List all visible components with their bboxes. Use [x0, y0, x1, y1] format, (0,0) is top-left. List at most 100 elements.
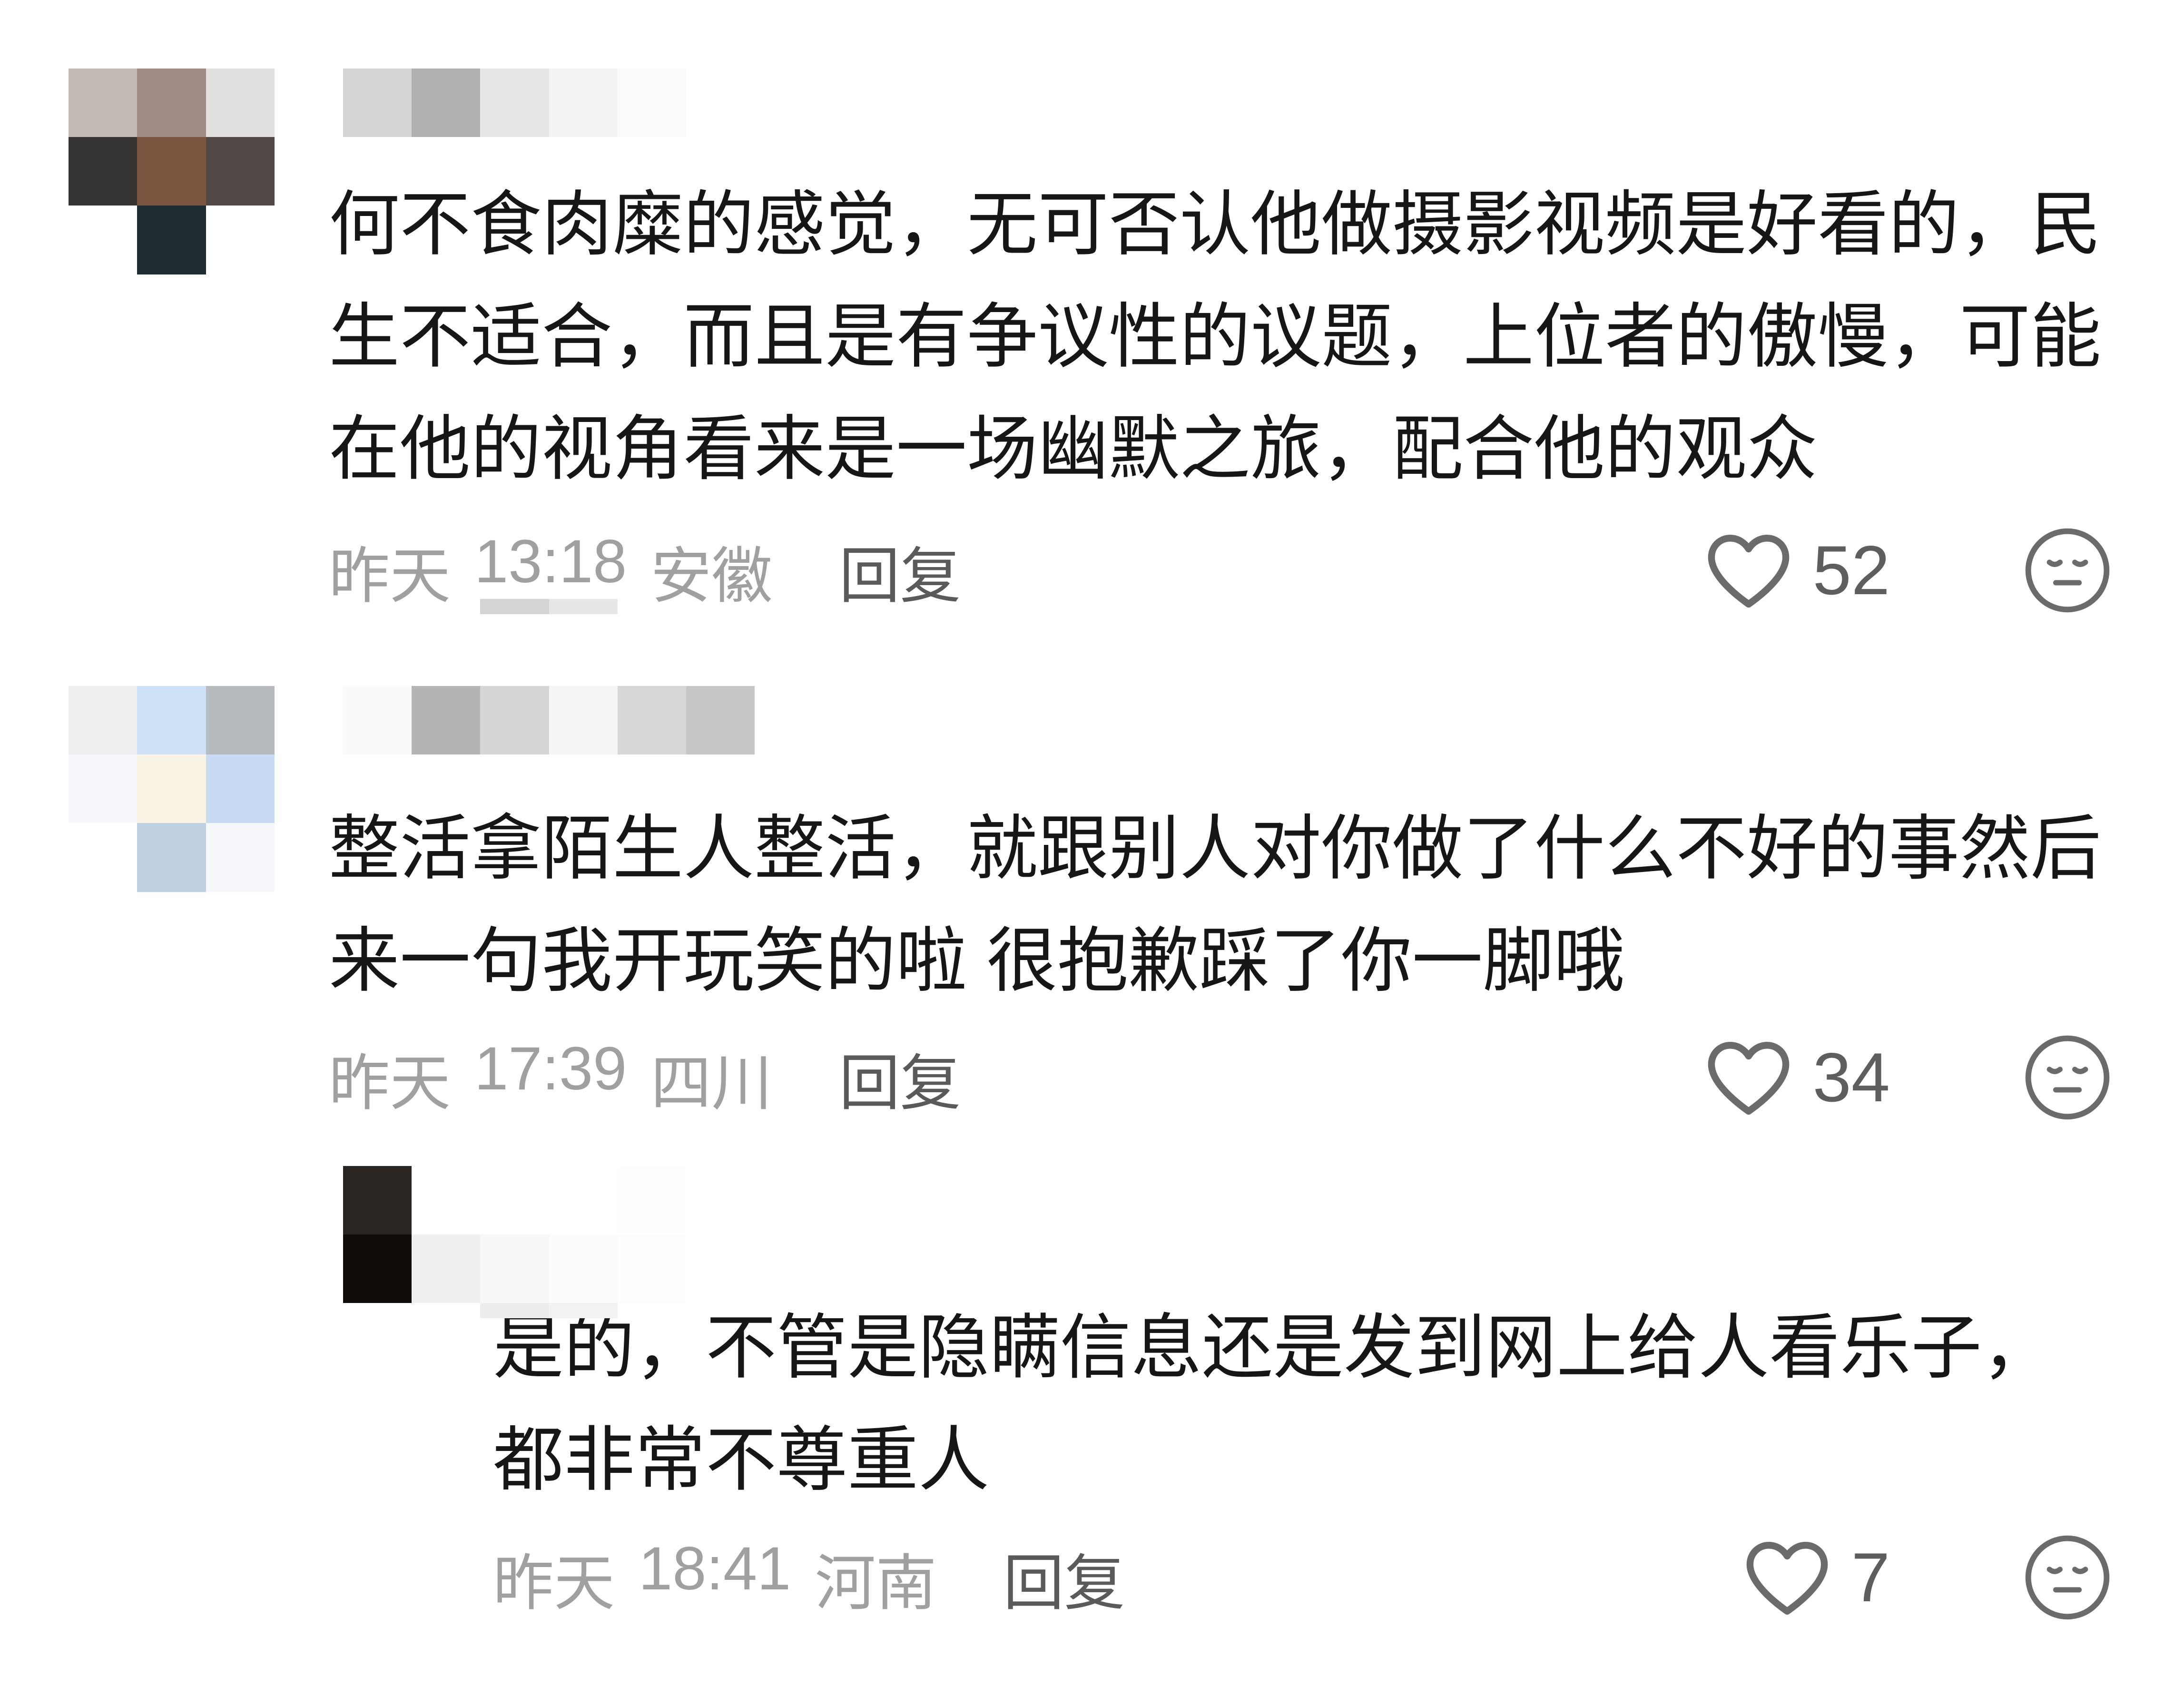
username-mosaic-cell: [549, 69, 618, 137]
expressionless-face-icon[interactable]: [2025, 1035, 2110, 1120]
blur-artifact-cell: [549, 599, 618, 614]
avatar-mosaic-cell: [69, 206, 138, 274]
left-eye: [2046, 1067, 2063, 1074]
username-mosaic-cell: [480, 1166, 549, 1235]
username-mosaic-cell: [617, 1166, 686, 1235]
username-mosaic-cell: [412, 686, 481, 755]
avatar[interactable]: [69, 69, 275, 274]
heart-icon[interactable]: [1705, 1038, 1792, 1117]
blur-artifact-cell: [480, 1303, 549, 1318]
avatar-mosaic-cell: [343, 1234, 412, 1303]
reply-text-line: 是的，不管是隐瞒信息还是发到网上给人看乐子，: [493, 1308, 2053, 1387]
reply-date: 昨天: [493, 1549, 615, 1617]
avatar-mosaic-cell: [343, 1166, 412, 1235]
avatar-mosaic-cell: [137, 823, 206, 892]
left-eye: [2046, 1567, 2063, 1574]
username-mosaic-cell: [343, 69, 412, 137]
reply-button[interactable]: 回复: [839, 1034, 961, 1122]
username-mosaic-cell: [549, 686, 618, 755]
dislike-button[interactable]: [2025, 528, 2110, 613]
heart-outline: [1746, 1541, 1828, 1615]
avatar-mosaic-cell: [137, 206, 206, 274]
comment-text-line: 来一句我开玩笑的啦 很抱歉踩了你一脚哦: [329, 921, 1625, 1000]
comment-meta: 昨天 17:39 四川 回复: [329, 1035, 961, 1120]
reply-button[interactable]: 回复: [1003, 1534, 1125, 1622]
comment-info: 昨天 17:39 四川: [329, 1034, 772, 1122]
avatar-mosaic-cell: [137, 137, 206, 206]
like-button[interactable]: 7: [1744, 1535, 1890, 1620]
expressionless-face-icon[interactable]: [2025, 1535, 2110, 1620]
username-mosaic-cell: [412, 69, 481, 137]
avatar-mosaic-cell: [69, 823, 138, 892]
username-mosaic-cell: [480, 69, 549, 137]
username-blurred[interactable]: [480, 1166, 686, 1303]
username-blurred[interactable]: [343, 69, 686, 137]
avatar[interactable]: [343, 1166, 481, 1303]
heart-outline: [1708, 534, 1789, 607]
username-mosaic-cell: [617, 69, 686, 137]
dislike-button[interactable]: [2025, 1035, 2110, 1120]
reply-button[interactable]: 回复: [839, 527, 961, 615]
comment-location: 四川: [650, 1049, 773, 1117]
reply-text-line: 都非常不尊重人: [493, 1420, 989, 1499]
comment-date: 昨天: [329, 1049, 451, 1117]
username-mosaic-cell: [343, 686, 412, 755]
avatar-mosaic-cell: [206, 754, 275, 823]
dislike-button[interactable]: [2025, 1535, 2110, 1620]
like-count: 34: [1812, 1038, 1890, 1116]
face-outline: [2025, 528, 2110, 613]
avatar-mosaic-cell: [137, 754, 206, 823]
comment-item: 整活拿陌生人整活，就跟别人对你做了什么不好的事然后 来一句我开玩笑的啦 很抱歉踩…: [0, 686, 2184, 1642]
face-outline: [2025, 1035, 2110, 1120]
like-count: 52: [1812, 531, 1890, 609]
like-count: 7: [1851, 1538, 1890, 1616]
username-blurred[interactable]: [343, 686, 755, 755]
heart-icon[interactable]: [1705, 531, 1792, 610]
comment-text-line: 生不适合，而且是有争议性的议题，上位者的傲慢，可能: [329, 297, 2101, 376]
comment-text-line: 在他的视角看来是一场幽默之旅，配合他的观众: [329, 409, 1818, 489]
heart-icon[interactable]: [1744, 1538, 1830, 1617]
username-mosaic-cell: [549, 1166, 618, 1235]
comment-text-line: 整活拿陌生人整活，就跟别人对你做了什么不好的事然后: [329, 809, 2101, 888]
avatar-mosaic-cell: [137, 686, 206, 755]
comment-meta: 昨天 13:18 安徽 回复: [329, 528, 961, 613]
left-eye: [2046, 559, 2063, 567]
comment-text-line: 何不食肉糜的感觉，无可否认他做摄影视频是好看的，民: [329, 185, 2101, 264]
avatar-mosaic-cell: [206, 823, 275, 892]
avatar-mosaic-cell: [412, 1234, 481, 1303]
avatar-mosaic-cell: [206, 69, 275, 137]
reply-info: 昨天 18:41 河南: [493, 1534, 936, 1622]
avatar-mosaic-cell: [69, 686, 138, 755]
heart-outline: [1708, 1041, 1789, 1115]
reply-time: 18:41: [639, 1534, 791, 1603]
avatar-mosaic-cell: [69, 69, 138, 137]
reply-location: 河南: [815, 1549, 937, 1617]
blur-artifact: [480, 1303, 618, 1318]
comment-date: 昨天: [329, 542, 451, 610]
right-eye: [2072, 559, 2088, 567]
avatar-mosaic-cell: [206, 137, 275, 206]
blur-artifact-cell: [549, 1303, 618, 1318]
expressionless-face-icon[interactable]: [2025, 528, 2110, 613]
username-mosaic-cell: [617, 686, 686, 755]
avatar-mosaic-cell: [206, 206, 275, 274]
comment-location: 安徽: [650, 542, 773, 610]
comment-text: 何不食肉糜的感觉，无可否认他做摄影视频是好看的，民 生不适合，而且是有争议性的议…: [329, 168, 2101, 505]
avatar-mosaic-cell: [206, 686, 275, 755]
avatar-mosaic-cell: [69, 137, 138, 206]
reply-item: 是的，不管是隐瞒信息还是发到网上给人看乐子， 都非常不尊重人 昨天 18:41 …: [0, 1166, 2184, 1642]
reply-meta: 昨天 18:41 河南 回复: [493, 1535, 1125, 1620]
comment-text: 整活拿陌生人整活，就跟别人对你做了什么不好的事然后 来一句我开玩笑的啦 很抱歉踩…: [329, 793, 2101, 1017]
right-eye: [2072, 1567, 2088, 1574]
right-eye: [2072, 1067, 2088, 1074]
avatar[interactable]: [69, 686, 275, 892]
avatar-mosaic-cell: [137, 69, 206, 137]
username-mosaic-cell: [686, 686, 755, 755]
avatar-mosaic-cell: [412, 1166, 481, 1235]
reply-text: 是的，不管是隐瞒信息还是发到网上给人看乐子， 都非常不尊重人: [493, 1292, 2053, 1516]
avatar-mosaic-cell: [69, 754, 138, 823]
face-outline: [2025, 1535, 2110, 1620]
like-button[interactable]: 34: [1705, 1035, 1890, 1120]
username-mosaic-cell: [480, 686, 549, 755]
like-button[interactable]: 52: [1705, 528, 1890, 613]
